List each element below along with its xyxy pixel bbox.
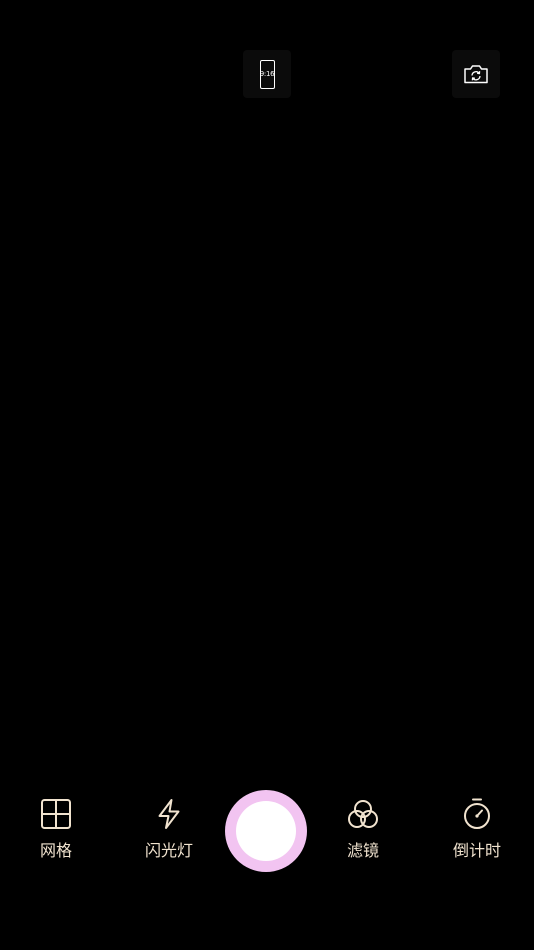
stopwatch-icon	[464, 798, 490, 829]
aspect-ratio-label: 9:16	[259, 69, 275, 78]
filter-circles-icon	[348, 800, 378, 828]
shutter-button[interactable]	[225, 790, 307, 872]
camera-switch-icon	[464, 65, 488, 84]
flip-camera-button[interactable]	[452, 50, 500, 98]
flash-button[interactable]: 闪光灯	[124, 796, 214, 868]
aspect-ratio-icon: 9:16	[259, 59, 275, 89]
flash-label: 闪光灯	[144, 841, 193, 860]
aspect-ratio-button[interactable]: 9:16	[243, 50, 291, 98]
grid-label: 网格	[39, 841, 72, 860]
grid-icon	[41, 799, 71, 829]
shutter-center	[236, 801, 296, 861]
filter-label: 滤镜	[346, 841, 379, 860]
timer-label: 倒计时	[452, 841, 501, 860]
lightning-icon	[158, 799, 180, 829]
filter-button[interactable]: 滤镜	[318, 796, 408, 868]
timer-button[interactable]: 倒计时	[432, 796, 522, 868]
grid-button[interactable]: 网格	[11, 796, 101, 868]
